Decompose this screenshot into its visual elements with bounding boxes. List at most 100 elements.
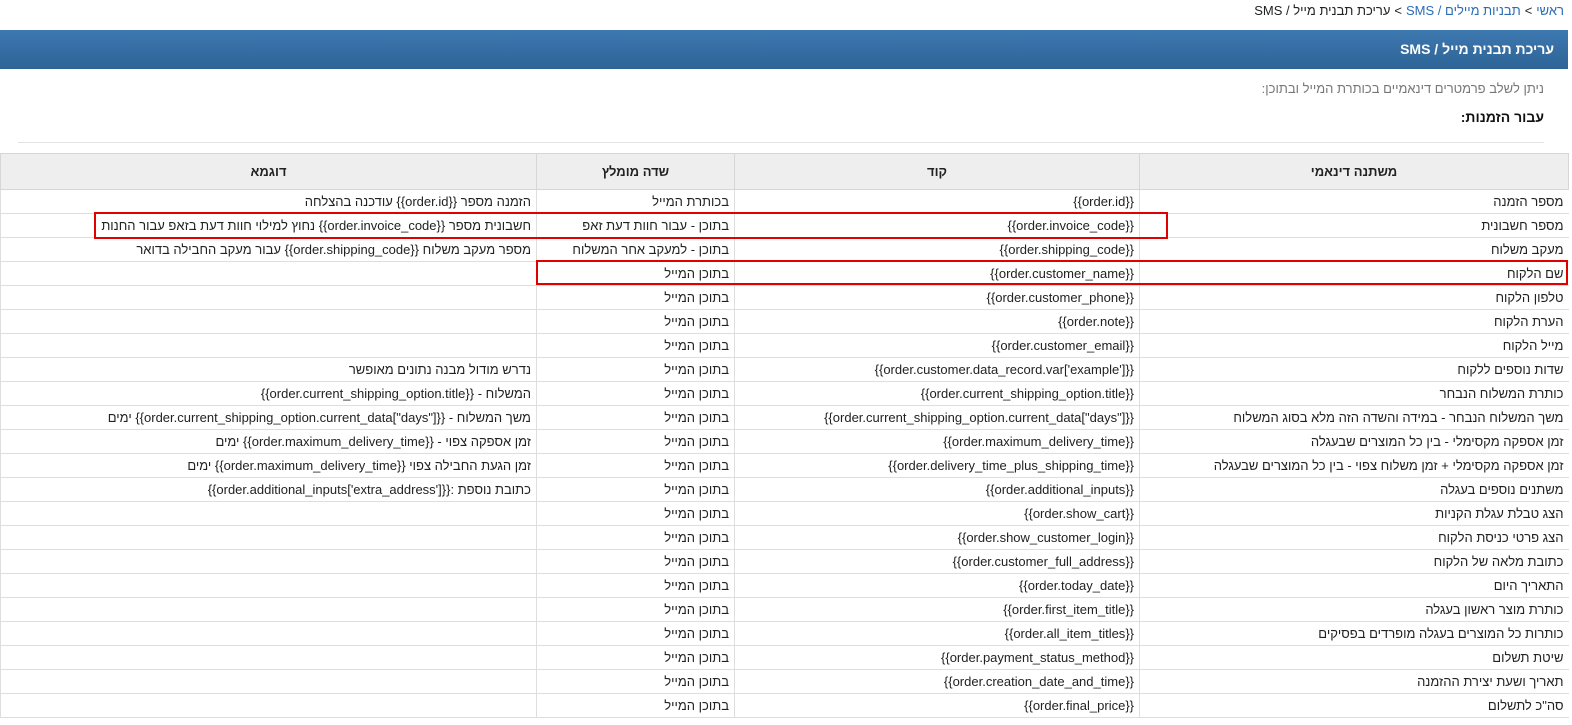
code-cell: {{order.show_cart}}	[734, 501, 1140, 526]
table-row: שם הלקוח {{order.customer_name}} בתוכן המי…	[0, 261, 1569, 286]
page-title: עריכת תבנית מייל / SMS	[1400, 41, 1554, 57]
example-cell: משך המשלוח - {{order.current_shipping_op…	[0, 405, 537, 430]
example-cell	[0, 309, 537, 334]
code-cell: {{order.today_date}}	[734, 573, 1140, 598]
example-cell	[0, 597, 537, 622]
column-header-example: דוגמא	[0, 153, 537, 190]
table-row: תאריך ושעת יצירת ההזמנה {{order.creation_…	[0, 669, 1569, 694]
table-row: משתנים נוספים בעגלה {{order.additional_in…	[0, 477, 1569, 502]
table-row: מעקב משלוח {{order.shipping_code}} בתוכן -…	[0, 237, 1569, 262]
code-cell: {{order.first_item_title}}	[734, 597, 1140, 622]
example-cell	[0, 693, 537, 718]
example-cell: זמן הגעת החבילה צפוי {{order.maximum_del…	[0, 453, 537, 478]
table-row: הצג טבלת עגלת הקניות {{order.show_cart}} ב…	[0, 501, 1569, 526]
code-cell: {{order.maximum_delivery_time}}	[734, 429, 1140, 454]
example-cell: כתובת נוספת :{{order.additional_inputs['…	[0, 477, 537, 502]
recommended-field-cell: בתוכן המייל	[536, 285, 735, 310]
table-row: זמן אספקה מקסימלי - בין כל המוצרים שבעגל…	[0, 429, 1569, 454]
recommended-field-cell: בתוכן המייל	[536, 549, 735, 574]
breadcrumb-separator: >	[1394, 3, 1402, 18]
divider	[18, 142, 1544, 143]
table-row: שיטת תשלום {{order.payment_status_method}…	[0, 645, 1569, 670]
code-cell: {{order.creation_date_and_time}}	[734, 669, 1140, 694]
example-cell: מספר מעקב משלוח {{order.shipping_code}} …	[0, 237, 537, 262]
variable-cell: משתנים נוספים בעגלה	[1139, 477, 1569, 502]
variable-cell: הצג פרטי כניסת הלקוח	[1139, 525, 1569, 550]
example-cell	[0, 621, 537, 646]
recommended-field-cell: בתוכן המייל	[536, 501, 735, 526]
variable-cell: מעקב משלוח	[1139, 237, 1569, 262]
section-title: עבור הזמנות:	[1460, 109, 1544, 125]
table-row: הצג פרטי כניסת הלקוח {{order.show_custome…	[0, 525, 1569, 550]
code-cell: {{order.current_shipping_option.title}}	[734, 381, 1140, 406]
code-cell: {{order.customer_full_address}}	[734, 549, 1140, 574]
code-cell: {{order.customer_name}}	[734, 261, 1140, 286]
recommended-field-cell: בתוכן המייל	[536, 573, 735, 598]
code-cell: {{order.payment_status_method}}	[734, 645, 1140, 670]
recommended-field-cell: בתוכן המייל	[536, 525, 735, 550]
table-row: כותרת המשלוח הנבחר {{order.current_shippi…	[0, 381, 1569, 406]
recommended-field-cell: בכותרת המייל	[536, 189, 735, 214]
example-cell: חשבונית מספר {{order.invoice_code}} נחוץ…	[0, 213, 537, 238]
variable-cell: מייל הלקוח	[1139, 333, 1569, 358]
example-cell	[0, 333, 537, 358]
table-row: מייל הלקוח {{order.customer_email}} בתוכן …	[0, 333, 1569, 358]
recommended-field-cell: בתוכן המייל	[536, 429, 735, 454]
code-cell: {{order.invoice_code}}	[734, 213, 1140, 238]
intro-text: ניתן לשלב פרמטרים דינאמיים בכותרת המייל …	[1261, 81, 1544, 96]
example-cell: זמן אספקה צפוי - {{order.maximum_deliver…	[0, 429, 537, 454]
example-cell	[0, 525, 537, 550]
recommended-field-cell: בתוכן המייל	[536, 621, 735, 646]
table-row: כותרת מוצר ראשון בעגלה {{order.first_item…	[0, 597, 1569, 622]
variable-cell: זמן אספקה מקסימלי + זמן משלוח צפוי - בין…	[1139, 453, 1569, 478]
code-cell: {{order.delivery_time_plus_shipping_time…	[734, 453, 1140, 478]
example-cell	[0, 501, 537, 526]
example-cell	[0, 285, 537, 310]
variable-cell: סה"כ לתשלום	[1139, 693, 1569, 718]
recommended-field-cell: בתוכן המייל	[536, 357, 735, 382]
recommended-field-cell: בתוכן - למעקב אחר המשלוח	[536, 237, 735, 262]
variable-cell: מספר חשבונית	[1139, 213, 1569, 238]
variable-cell: זמן אספקה מקסימלי - בין כל המוצרים שבעגל…	[1139, 429, 1569, 454]
column-header-variable: משתנה דינאמי	[1139, 153, 1569, 190]
table-row: סה"כ לתשלום {{order.final_price}} בתוכן המ…	[0, 693, 1569, 718]
recommended-field-cell: בתוכן המייל	[536, 381, 735, 406]
breadcrumb-home-link[interactable]: ראשי	[1536, 3, 1564, 18]
table-row: מספר הזמנה {{order.id}} בכותרת המייל הזמנה …	[0, 189, 1569, 214]
example-cell: נדרש מודול מבנה נתונים מאופשר	[0, 357, 537, 382]
variable-cell: שם הלקוח	[1139, 261, 1569, 286]
variable-cell: כותרות כל המוצרים בעגלה מופרדים בפסיקים	[1139, 621, 1569, 646]
table-row: כתובת מלאה של הלקוח {{order.customer_full…	[0, 549, 1569, 574]
recommended-field-cell: בתוכן המייל	[536, 453, 735, 478]
table-row: הערת הלקוח {{order.note}} בתוכן המייל	[0, 309, 1569, 334]
table-row: שדות נוספים ללקוח {{order.customer.data_r…	[0, 357, 1569, 382]
table-row: התאריך היום {{order.today_date}} בתוכן המי…	[0, 573, 1569, 598]
code-cell: {{order.additional_inputs}}	[734, 477, 1140, 502]
code-cell: {{order.shipping_code}}	[734, 237, 1140, 262]
example-cell	[0, 549, 537, 574]
breadcrumb-templates-link[interactable]: תבניות מיילים / SMS	[1406, 3, 1521, 18]
recommended-field-cell: בתוכן המייל	[536, 333, 735, 358]
column-header-code: קוד	[734, 153, 1140, 190]
variable-cell: משך המשלוח הנבחר - במידה והשדה הזה מלא ב…	[1139, 405, 1569, 430]
column-header-recommended-field: שדה מומלץ	[536, 153, 735, 190]
example-cell	[0, 573, 537, 598]
page-header-bar: עריכת תבנית מייל / SMS	[0, 30, 1568, 69]
recommended-field-cell: בתוכן המייל	[536, 645, 735, 670]
code-cell: {{order.customer_phone}}	[734, 285, 1140, 310]
variable-cell: כתובת מלאה של הלקוח	[1139, 549, 1569, 574]
recommended-field-cell: בתוכן המייל	[536, 261, 735, 286]
code-cell: {{order.note}}	[734, 309, 1140, 334]
code-cell: {{order.final_price}}	[734, 693, 1140, 718]
recommended-field-cell: בתוכן - עבור חוות דעת זאפ	[536, 213, 735, 238]
recommended-field-cell: בתוכן המייל	[536, 477, 735, 502]
code-cell: {{order.customer.data_record.var['exampl…	[734, 357, 1140, 382]
code-cell: {{order.show_customer_login}}	[734, 525, 1140, 550]
table-header-row: משתנה דינאמי קוד שדה מומלץ דוגמא	[0, 153, 1569, 190]
dynamic-variables-table: משתנה דינאמי קוד שדה מומלץ דוגמא מספר הז…	[0, 153, 1569, 718]
variable-cell: הצג טבלת עגלת הקניות	[1139, 501, 1569, 526]
code-cell: {{order.all_item_titles}}	[734, 621, 1140, 646]
code-cell: {{order.id}}	[734, 189, 1140, 214]
breadcrumb-current: עריכת תבנית מייל / SMS	[1254, 3, 1391, 18]
example-cell	[0, 669, 537, 694]
